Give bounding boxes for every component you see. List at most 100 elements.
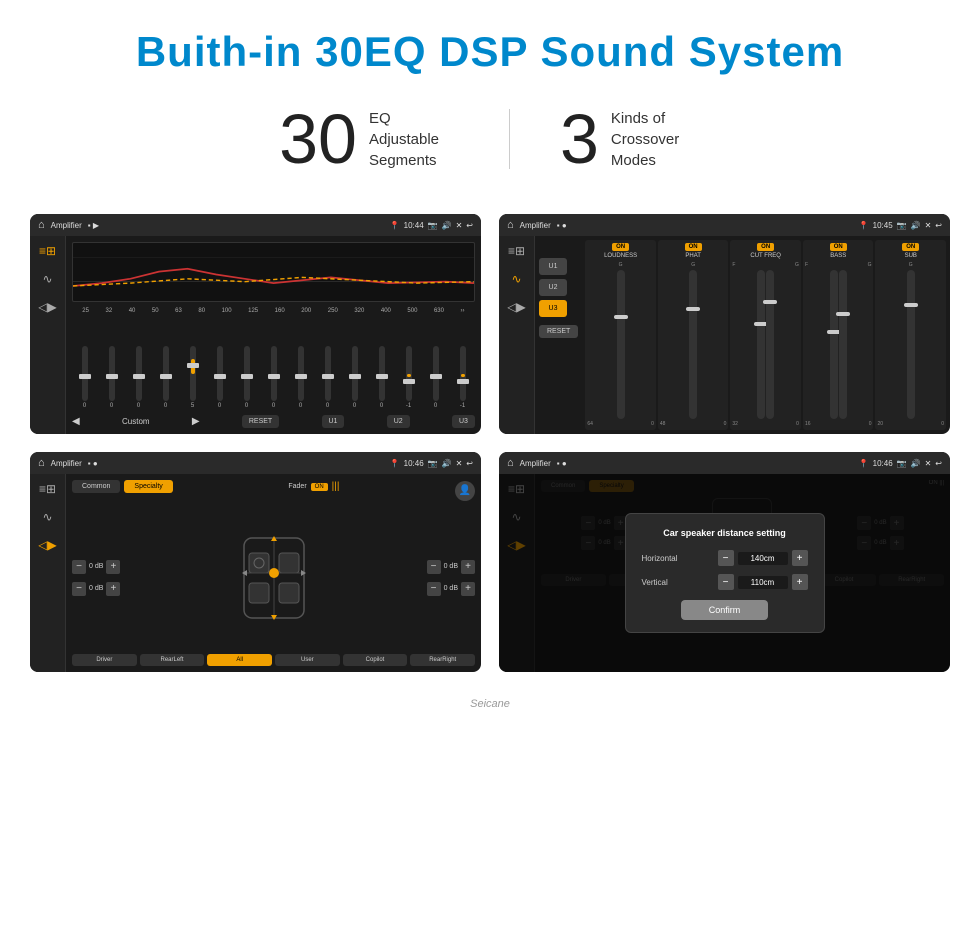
horizontal-plus-btn[interactable]: + [792,550,808,566]
home-icon[interactable]: ⌂ [38,219,45,231]
screen3-close-icon[interactable]: ✕ [456,459,463,468]
next-preset-btn[interactable]: ▶ [192,416,200,427]
screen2-title: Amplifier [520,221,551,230]
vol-sidebar-s2[interactable]: ◁▶ [507,300,525,314]
screen1-close-icon[interactable]: ✕ [456,221,463,230]
eq-slider-6[interactable]: 0 [234,346,259,409]
eq-slider-3[interactable]: 0 [153,346,178,409]
rl-minus-btn[interactable]: − [72,582,86,596]
u2-cross-btn[interactable]: U2 [539,279,567,296]
horizontal-value: 140cm [738,552,788,565]
eq-slider-5[interactable]: 0 [207,346,232,409]
screen1-statusbar: ⌂ Amplifier ▪ ▶ 📍 10:44 📷 🔊 ✕ ↩ [30,214,481,236]
u1-cross-btn[interactable]: U1 [539,258,567,275]
confirm-button[interactable]: Confirm [681,600,769,620]
bass-slider-g[interactable] [839,270,847,419]
eq-slider-0[interactable]: 0 [72,346,97,409]
eq-sidebar-s2[interactable]: ≡⊞ [508,244,525,258]
speaker-panel: Common Specialty Fader ON ||| 👤 [66,474,481,672]
screen3-back-icon[interactable]: ↩ [466,459,473,468]
eq-slider-1[interactable]: 0 [99,346,124,409]
bass-on: ON [830,243,847,251]
u3-cross-btn[interactable]: U3 [539,300,567,317]
rearright-btn[interactable]: RearRight [410,654,475,666]
vertical-label: Vertical [642,578,692,587]
phat-slider[interactable] [689,270,697,419]
eq-slider-8[interactable]: 0 [288,346,313,409]
cutfreq-slider-f[interactable] [757,270,765,419]
eq-graph [72,242,475,302]
wave-sidebar-icon[interactable]: ∿ [42,272,52,286]
fr-minus-btn[interactable]: − [427,560,441,574]
cutfreq-slider-g[interactable] [766,270,774,419]
fr-plus-btn[interactable]: + [461,560,475,574]
screen4-time: 10:46 [873,459,893,468]
rr-plus-btn[interactable]: + [461,582,475,596]
user-btn[interactable]: User [275,654,340,666]
eq-slider-7[interactable]: 0 [261,346,286,409]
cutfreq-label: CUT FREQ [750,253,781,259]
eq-slider-13[interactable]: 0 [423,346,448,409]
reset-btn[interactable]: RESET [242,415,279,428]
sub-slider[interactable] [907,270,915,419]
right-controls: − 0 dB + − 0 dB + [427,560,475,596]
screen2-close-icon[interactable]: ✕ [925,221,932,230]
camera-icon-s2: 📷 [897,221,907,230]
all-btn[interactable]: All [207,654,272,666]
fl-plus-btn[interactable]: + [106,560,120,574]
rl-plus-btn[interactable]: + [106,582,120,596]
speaker-distance-dialog: Car speaker distance setting Horizontal … [625,513,825,633]
rearleft-btn[interactable]: RearLeft [140,654,205,666]
volume-icon-s2: 🔊 [911,221,921,230]
vol-sidebar-s3[interactable]: ◁▶ [38,538,56,552]
horizontal-minus-btn[interactable]: − [718,550,734,566]
screen4-statusbar: ⌂ Amplifier ▪ ● 📍 10:46 📷 🔊 ✕ ↩ [499,452,950,474]
vertical-minus-btn[interactable]: − [718,574,734,590]
home-icon-s2[interactable]: ⌂ [507,219,514,231]
cross-reset-btn[interactable]: RESET [539,325,578,338]
eq-slider-2[interactable]: 0 [126,346,151,409]
driver-btn[interactable]: Driver [72,654,137,666]
horizontal-control: − 140cm + [718,550,808,566]
screen4-back-icon[interactable]: ↩ [935,459,942,468]
camera-icon-s3: 📷 [428,459,438,468]
screen-crossover: ⌂ Amplifier ▪ ● 📍 10:45 📷 🔊 ✕ ↩ ≡⊞ ∿ [499,214,950,434]
vertical-plus-btn[interactable]: + [792,574,808,590]
home-icon-s4[interactable]: ⌂ [507,457,514,469]
screen4-close-icon[interactable]: ✕ [925,459,932,468]
fader-row: Fader ON ||| [288,481,339,492]
eq-slider-11[interactable]: 0 [369,346,394,409]
u3-btn[interactable]: U3 [452,415,475,428]
copilot-btn[interactable]: Copilot [343,654,408,666]
fl-minus-btn[interactable]: − [72,560,86,574]
sub-label: SUB [905,253,917,259]
loudness-slider[interactable] [617,270,625,419]
vol-sidebar-icon[interactable]: ◁▶ [38,300,56,314]
dialog-overlay: Car speaker distance setting Horizontal … [499,474,950,672]
prev-preset-btn[interactable]: ◀ [72,416,80,427]
eq-sidebar-s3[interactable]: ≡⊞ [39,482,56,496]
vertical-control: − 110cm + [718,574,808,590]
eq-slider-10[interactable]: 0 [342,346,367,409]
eq-sidebar-icon[interactable]: ≡⊞ [39,244,56,258]
screen3-statusbar: ⌂ Amplifier ▪ ● 📍 10:46 📷 🔊 ✕ ↩ [30,452,481,474]
rr-minus-btn[interactable]: − [427,582,441,596]
screen1-back-icon[interactable]: ↩ [466,221,473,230]
screen1-content: ≡⊞ ∿ ◁▶ [30,236,481,434]
wave-sidebar-s2[interactable]: ∿ [511,272,521,286]
u2-btn[interactable]: U2 [387,415,410,428]
screen2-content: ≡⊞ ∿ ◁▶ U1 U2 U3 RESET [499,236,950,434]
u1-btn[interactable]: U1 [322,415,345,428]
eq-icon-s4: ▪ ● [557,459,567,468]
home-icon-s3[interactable]: ⌂ [38,457,45,469]
wave-sidebar-s3[interactable]: ∿ [42,510,52,524]
common-tab[interactable]: Common [72,480,120,493]
eq-slider-14[interactable]: -1 [450,346,475,409]
bass-slider-f[interactable] [830,270,838,419]
specialty-tab[interactable]: Specialty [124,480,172,493]
camera-icon: 📷 [428,221,438,230]
eq-slider-9[interactable]: 0 [315,346,340,409]
screen2-back-icon[interactable]: ↩ [935,221,942,230]
eq-slider-12[interactable]: -1 [396,346,421,409]
eq-slider-4[interactable]: 5 [180,346,205,409]
